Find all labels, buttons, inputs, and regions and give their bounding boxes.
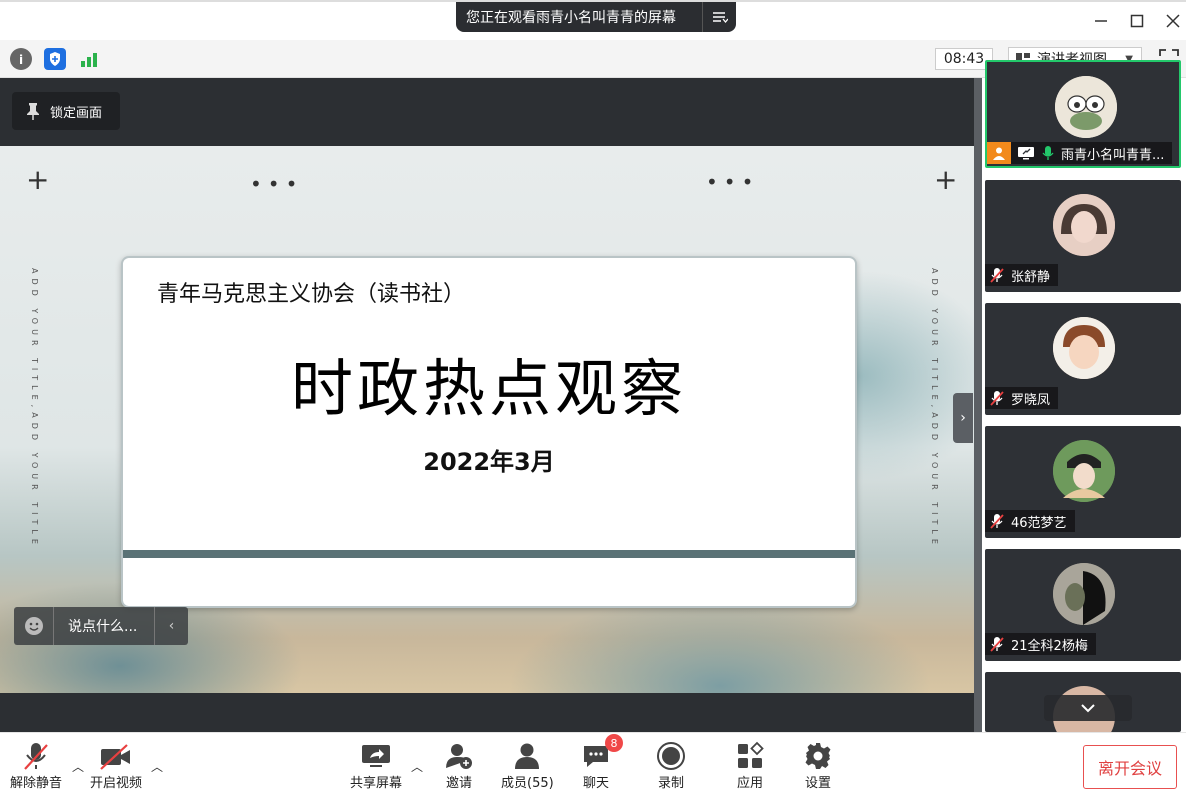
avatar	[1053, 317, 1115, 379]
slide-accent-bar	[123, 550, 855, 558]
invite-icon	[444, 740, 474, 772]
banner-menu-icon[interactable]	[702, 2, 736, 32]
side-text-left: ADD YOUR TITLE,ADD YOUR TITLE	[30, 268, 39, 549]
gear-icon	[803, 740, 833, 772]
members-button[interactable]: 成员(55)	[501, 740, 554, 791]
signal-strength-icon[interactable]	[78, 48, 100, 70]
start-video-button[interactable]: 开启视频	[90, 740, 142, 791]
chevron-right-icon: ›	[960, 410, 966, 426]
participant-name: 雨青小名叫青青...	[1061, 147, 1165, 163]
participant-name: 46范梦艺	[1011, 515, 1067, 531]
chat-button[interactable]: 8 聊天	[581, 734, 623, 791]
collapse-panel-button[interactable]: ›	[953, 393, 973, 443]
svg-text:i: i	[19, 53, 23, 66]
members-label: 成员(55)	[501, 776, 554, 791]
avatar	[1053, 194, 1115, 256]
slide-organization: 青年马克思主义协会（读书社）	[157, 282, 466, 307]
slide-title-card: 青年马克思主义协会（读书社） 时政热点观察 2022年3月	[121, 256, 857, 608]
participant-tile[interactable]: 张舒静	[985, 180, 1181, 292]
sharing-screen-icon	[1018, 147, 1034, 160]
chevron-left-icon[interactable]: ‹	[154, 607, 188, 645]
microphone-muted-icon	[990, 268, 1004, 283]
dots-decoration: •••	[706, 170, 760, 194]
info-icon[interactable]: i	[10, 48, 32, 70]
screen-share-banner: 您正在观看雨青小名叫青青的屏幕	[456, 2, 736, 32]
invite-button[interactable]: 邀请	[444, 740, 474, 791]
participant-tile[interactable]: 46范梦艺	[985, 426, 1181, 538]
audio-options-chevron-icon[interactable]: ︿	[72, 758, 84, 775]
settings-button[interactable]: 设置	[803, 740, 833, 791]
plus-decoration: +	[26, 163, 50, 196]
apps-label: 应用	[736, 776, 763, 791]
chevron-down-icon	[1081, 704, 1095, 713]
slide-date: 2022年3月	[423, 448, 555, 476]
host-icon	[987, 142, 1011, 164]
microphone-muted-icon	[990, 514, 1004, 529]
share-options-chevron-icon[interactable]: ︿	[411, 758, 423, 775]
members-icon	[512, 740, 542, 772]
lock-screen-button[interactable]: 锁定画面	[12, 92, 120, 130]
invite-label: 邀请	[445, 776, 472, 791]
participant-nametag: 罗晓凤	[985, 387, 1059, 409]
participant-tile[interactable]: 21全科2杨梅	[985, 549, 1181, 661]
plus-decoration: +	[934, 163, 958, 196]
microphone-muted-icon	[990, 391, 1004, 406]
chat-unread-badge: 8	[605, 734, 623, 752]
participant-tile[interactable]: 罗晓凤	[985, 303, 1181, 415]
pin-icon	[27, 103, 39, 120]
unmute-label: 解除静音	[10, 776, 63, 791]
share-screen-icon	[360, 740, 392, 772]
share-screen-label: 共享屏幕	[350, 776, 403, 791]
participant-tile[interactable]: 雨青小名叫青青...	[985, 60, 1181, 168]
chat-input[interactable]: 说点什么...	[54, 616, 154, 636]
close-icon[interactable]	[1158, 10, 1186, 32]
video-options-chevron-icon[interactable]: ︿	[151, 758, 163, 775]
maximize-icon[interactable]	[1122, 10, 1152, 32]
microphone-muted-icon	[990, 637, 1004, 652]
security-shield-icon[interactable]	[44, 48, 66, 70]
settings-label: 设置	[804, 776, 831, 791]
record-button[interactable]: 录制	[656, 740, 686, 791]
avatar	[1053, 563, 1115, 625]
microphone-icon	[1042, 146, 1054, 160]
share-screen-button[interactable]: 共享屏幕	[350, 740, 402, 791]
participant-nametag: 21全科2杨梅	[985, 633, 1096, 655]
record-label: 录制	[657, 776, 684, 791]
minimize-icon[interactable]	[1086, 10, 1116, 32]
chat-icon: 8	[581, 734, 623, 772]
participant-name: 罗晓凤	[1011, 392, 1051, 408]
unmute-button[interactable]: 解除静音	[10, 740, 62, 791]
microphone-muted-icon	[21, 740, 51, 772]
apps-button[interactable]: 应用	[735, 740, 765, 791]
apps-icon	[735, 740, 765, 772]
lock-screen-label: 锁定画面	[50, 105, 103, 121]
side-text-right: ADD YOUR TITLE,ADD YOUR TITLE	[930, 268, 939, 549]
participant-nametag: 雨青小名叫青青...	[987, 142, 1173, 164]
participant-nametag: 张舒静	[985, 264, 1059, 286]
leave-meeting-button[interactable]: 离开会议	[1083, 745, 1177, 789]
avatar	[1055, 76, 1117, 138]
slide-title: 时政热点观察	[290, 352, 687, 425]
chat-label: 聊天	[582, 776, 609, 791]
quick-chat-bar[interactable]: 说点什么... ‹	[14, 607, 188, 645]
banner-text: 您正在观看雨青小名叫青青的屏幕	[466, 10, 676, 26]
avatar	[1053, 440, 1115, 502]
participant-name: 张舒静	[1011, 269, 1051, 285]
emoji-icon[interactable]	[14, 607, 54, 645]
start-video-label: 开启视频	[90, 776, 143, 791]
scroll-down-button[interactable]	[1044, 695, 1132, 721]
camera-off-icon	[99, 740, 133, 772]
record-icon	[656, 740, 686, 772]
participant-name: 21全科2杨梅	[1011, 638, 1088, 654]
dots-decoration: •••	[250, 172, 304, 196]
participant-nametag: 46范梦艺	[985, 510, 1075, 532]
